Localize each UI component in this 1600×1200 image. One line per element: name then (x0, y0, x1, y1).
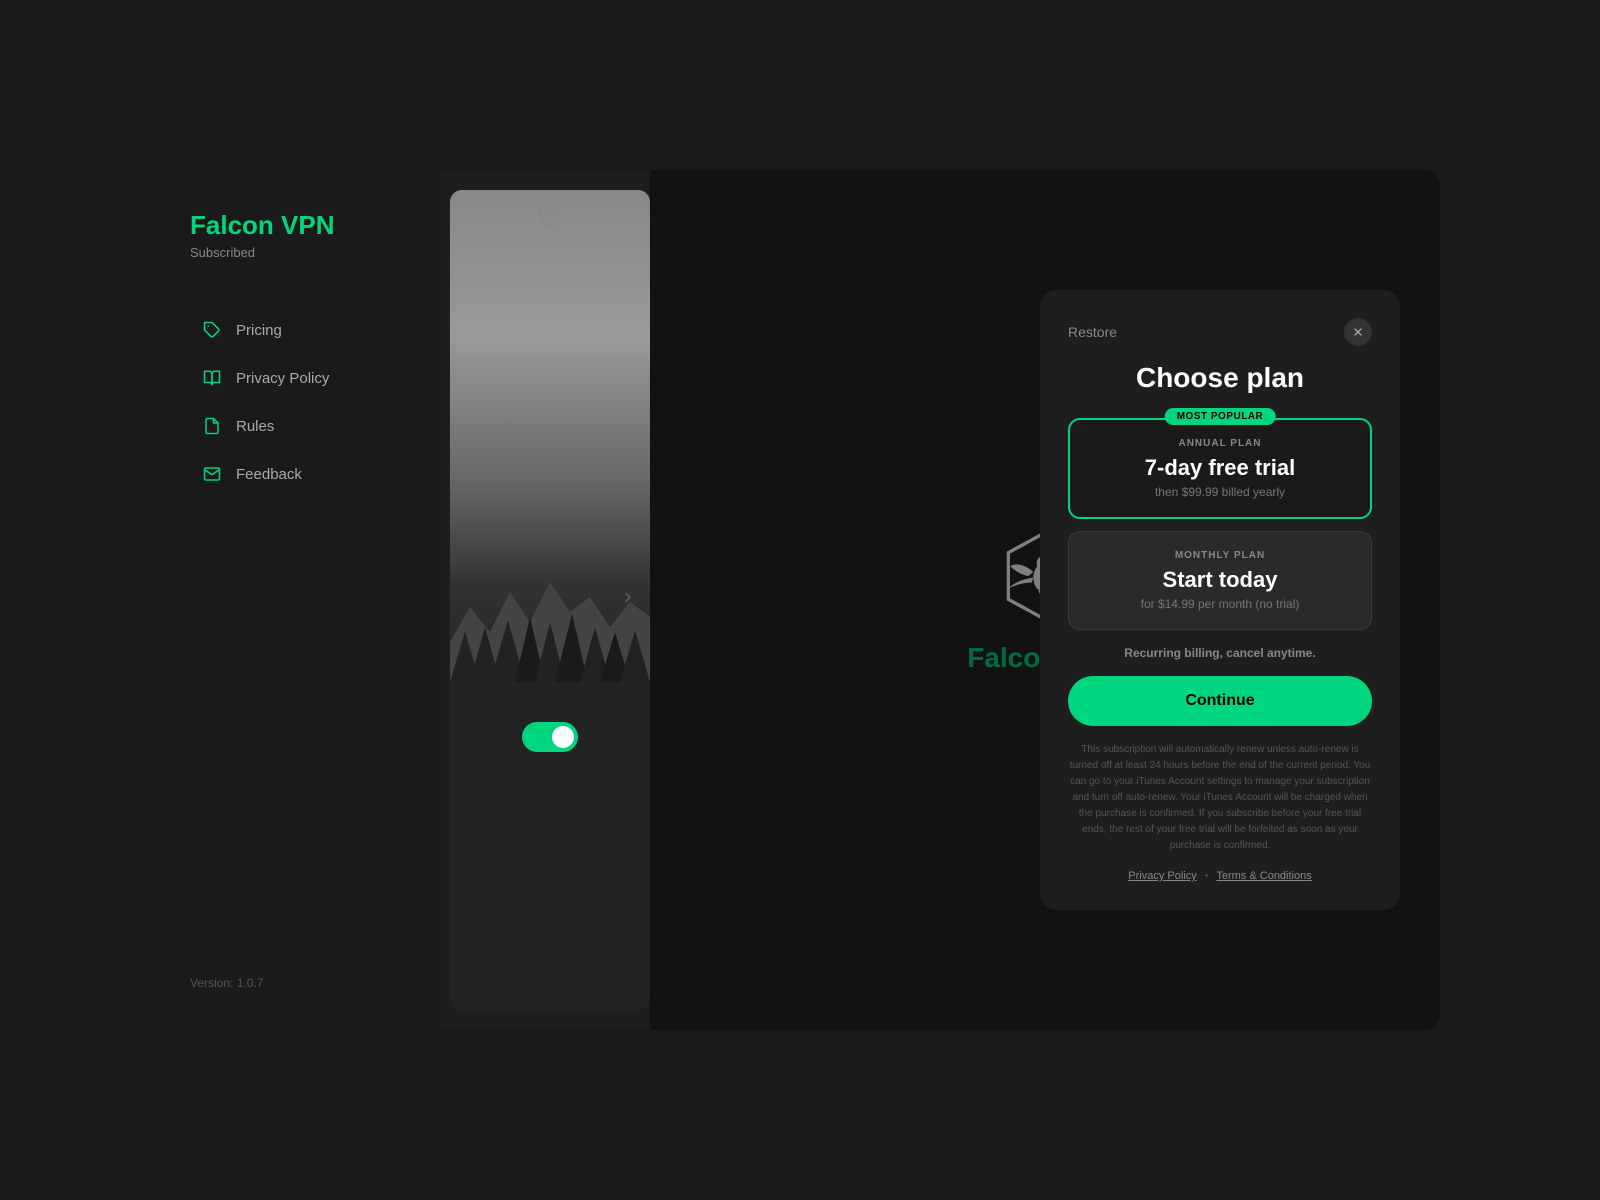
app-name: Falcon VPN (190, 210, 410, 241)
legal-separator: ● (1205, 873, 1209, 879)
monthly-plan-sub: for $14.99 per month (no trial) (1089, 597, 1351, 611)
annual-plan-label: ANNUAL PLAN (1090, 438, 1350, 449)
app-status: Subscribed (190, 245, 410, 260)
app-name-accent: VPN (281, 210, 334, 240)
app-name-text: Falcon (190, 210, 274, 240)
modal-heading: Choose plan (1068, 362, 1372, 394)
privacy-policy-link[interactable]: Privacy Policy (1128, 870, 1196, 882)
modal-header: Restore (1068, 318, 1372, 346)
app-preview-panel (450, 190, 650, 1010)
app-container: Falcon VPN Subscribed Pricing (160, 170, 1440, 1030)
version-text: Version: 1.0.7 (190, 976, 410, 990)
tag-icon (202, 320, 222, 340)
sidebar-item-privacy[interactable]: Privacy Policy (190, 358, 410, 398)
mail-icon (202, 464, 222, 484)
continue-button[interactable]: Continue (1068, 676, 1372, 726)
close-modal-button[interactable] (1344, 318, 1372, 346)
choose-plan-modal: Restore Choose plan MOST POPULAR ANNUAL … (1040, 290, 1400, 910)
restore-label: Restore (1068, 324, 1117, 340)
sidebar-item-rules[interactable]: Rules (190, 406, 410, 446)
most-popular-badge: MOST POPULAR (1165, 408, 1276, 425)
feedback-label: Feedback (236, 466, 302, 483)
sidebar-nav: Pricing Privacy Policy (190, 310, 410, 976)
legal-text: This subscription will automatically ren… (1068, 742, 1372, 854)
main-content: Falcon VPN Restore Choose plan (650, 170, 1440, 1030)
sidebar-item-pricing[interactable]: Pricing (190, 310, 410, 350)
annual-plan-sub: then $99.99 billed yearly (1090, 485, 1350, 499)
file-icon (202, 416, 222, 436)
rules-label: Rules (236, 418, 274, 435)
annual-plan-card[interactable]: MOST POPULAR ANNUAL PLAN 7-day free tria… (1068, 418, 1372, 519)
pricing-label: Pricing (236, 322, 282, 339)
sidebar-item-feedback[interactable]: Feedback (190, 454, 410, 494)
monthly-plan-card[interactable]: MONTHLY PLAN Start today for $14.99 per … (1068, 531, 1372, 630)
sidebar-logo: Falcon VPN Subscribed (190, 210, 410, 260)
monthly-plan-main: Start today (1089, 567, 1351, 593)
legal-links: Privacy Policy ● Terms & Conditions (1068, 870, 1372, 882)
chevron-right-icon (620, 590, 636, 611)
terms-conditions-link[interactable]: Terms & Conditions (1216, 870, 1311, 882)
annual-plan-main: 7-day free trial (1090, 455, 1350, 481)
privacy-label: Privacy Policy (236, 370, 329, 387)
preview-tag-icon (538, 206, 562, 235)
vpn-toggle[interactable] (522, 722, 578, 752)
billing-note: Recurring billing, cancel anytime. (1068, 646, 1372, 660)
modal-overlay: Restore Choose plan MOST POPULAR ANNUAL … (650, 170, 1440, 1030)
book-icon (202, 368, 222, 388)
sidebar: Falcon VPN Subscribed Pricing (160, 170, 440, 1030)
monthly-plan-label: MONTHLY PLAN (1089, 550, 1351, 561)
